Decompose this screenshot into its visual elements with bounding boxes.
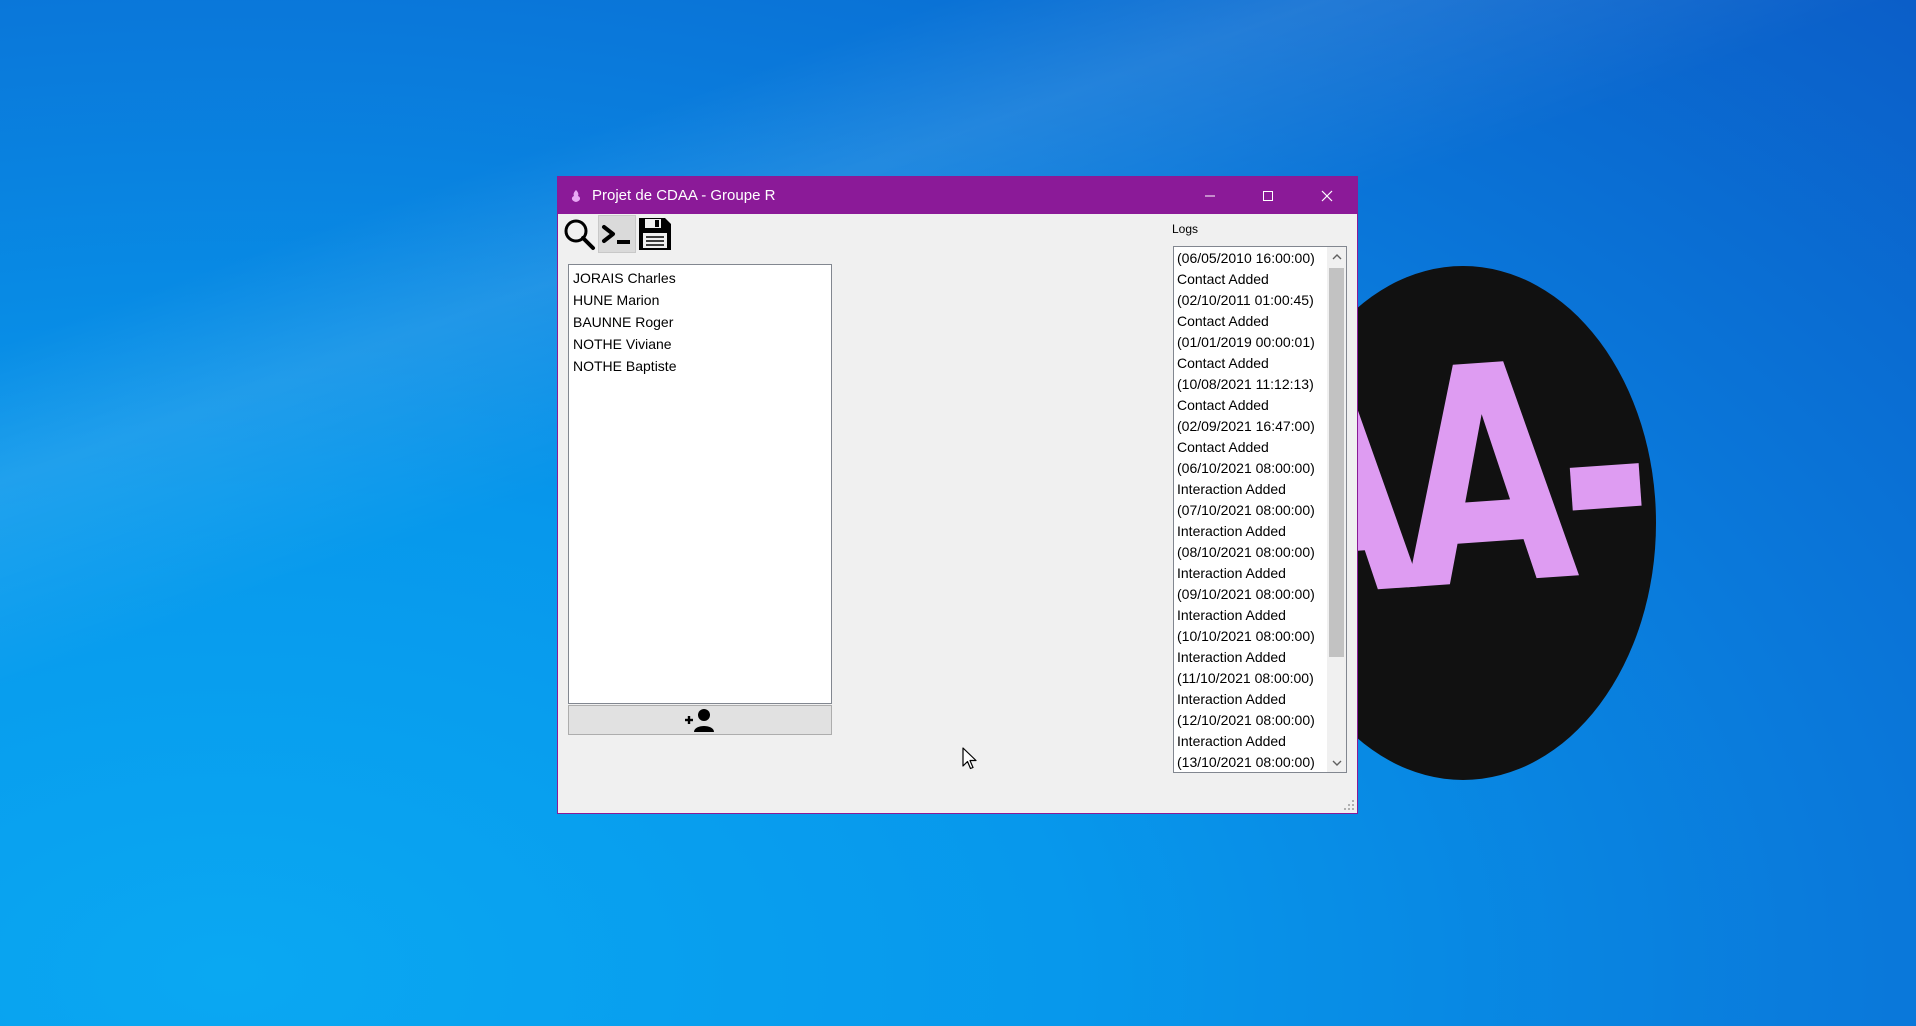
log-line[interactable]: (08/10/2021 08:00:00) bbox=[1177, 542, 1327, 563]
log-line[interactable]: Contact Added bbox=[1177, 437, 1327, 458]
scroll-down-button[interactable] bbox=[1327, 753, 1346, 772]
log-line[interactable]: Interaction Added bbox=[1177, 647, 1327, 668]
log-line[interactable]: Interaction Added bbox=[1177, 605, 1327, 626]
minimize-icon bbox=[1205, 195, 1215, 196]
log-line[interactable]: (07/10/2021 08:00:00) bbox=[1177, 500, 1327, 521]
logs-scrollbar[interactable] bbox=[1327, 247, 1346, 772]
log-line[interactable]: Interaction Added bbox=[1177, 689, 1327, 710]
app-icon bbox=[571, 190, 581, 202]
log-line[interactable]: (13/10/2021 08:00:00) bbox=[1177, 752, 1327, 772]
desktop: AA-R Projet de CDAA - Groupe R JORAIS Ch… bbox=[0, 0, 1916, 1026]
scroll-thumb[interactable] bbox=[1329, 268, 1344, 657]
contact-item[interactable]: BAUNNE Roger bbox=[573, 311, 827, 333]
mouse-cursor-icon bbox=[962, 747, 977, 770]
logs-list[interactable]: (06/05/2010 16:00:00) Contact Added (02/… bbox=[1173, 246, 1347, 773]
minimize-button[interactable] bbox=[1181, 177, 1239, 214]
log-line[interactable]: Contact Added bbox=[1177, 269, 1327, 290]
log-line[interactable]: (10/10/2021 08:00:00) bbox=[1177, 626, 1327, 647]
log-line[interactable]: Contact Added bbox=[1177, 353, 1327, 374]
close-icon bbox=[1321, 190, 1333, 201]
search-icon bbox=[564, 219, 595, 250]
log-line[interactable]: (11/10/2021 08:00:00) bbox=[1177, 668, 1327, 689]
save-button[interactable] bbox=[636, 215, 674, 253]
contact-item[interactable]: NOTHE Baptiste bbox=[573, 355, 827, 377]
contact-list[interactable]: JORAIS Charles HUNE Marion BAUNNE Roger … bbox=[568, 264, 832, 704]
log-line[interactable]: (12/10/2021 08:00:00) bbox=[1177, 710, 1327, 731]
contact-item[interactable]: NOTHE Viviane bbox=[573, 333, 827, 355]
log-line[interactable]: Contact Added bbox=[1177, 311, 1327, 332]
resize-grip-icon[interactable] bbox=[1343, 799, 1355, 811]
window-title: Projet de CDAA - Groupe R bbox=[592, 187, 776, 204]
close-button[interactable] bbox=[1298, 177, 1356, 214]
terminal-button[interactable] bbox=[598, 215, 636, 253]
logs-label: Logs bbox=[1172, 222, 1199, 236]
log-line[interactable]: Contact Added bbox=[1177, 395, 1327, 416]
log-line[interactable]: (09/10/2021 08:00:00) bbox=[1177, 584, 1327, 605]
log-line[interactable]: (06/10/2021 08:00:00) bbox=[1177, 458, 1327, 479]
app-window: Projet de CDAA - Groupe R JORAIS Charles… bbox=[557, 176, 1358, 814]
log-line[interactable]: Interaction Added bbox=[1177, 563, 1327, 584]
log-line[interactable]: Interaction Added bbox=[1177, 479, 1327, 500]
log-line[interactable]: (02/10/2011 01:00:45) bbox=[1177, 290, 1327, 311]
title-bar[interactable]: Projet de CDAA - Groupe R bbox=[558, 177, 1357, 214]
search-button[interactable] bbox=[560, 215, 598, 253]
save-icon bbox=[639, 218, 671, 250]
contact-item[interactable]: HUNE Marion bbox=[573, 289, 827, 311]
maximize-icon bbox=[1263, 190, 1273, 201]
log-line[interactable]: Interaction Added bbox=[1177, 521, 1327, 542]
scroll-up-button[interactable] bbox=[1327, 247, 1346, 266]
terminal-icon bbox=[602, 225, 630, 244]
maximize-button[interactable] bbox=[1239, 177, 1297, 214]
log-line[interactable]: (10/08/2021 11:12:13) bbox=[1177, 374, 1327, 395]
log-line[interactable]: (02/09/2021 16:47:00) bbox=[1177, 416, 1327, 437]
add-user-icon bbox=[685, 709, 714, 732]
log-line[interactable]: Interaction Added bbox=[1177, 731, 1327, 752]
logs-content: (06/05/2010 16:00:00) Contact Added (02/… bbox=[1177, 248, 1327, 772]
log-line[interactable]: (06/05/2010 16:00:00) bbox=[1177, 248, 1327, 269]
log-line[interactable]: (01/01/2019 00:00:01) bbox=[1177, 332, 1327, 353]
contact-item[interactable]: JORAIS Charles bbox=[573, 267, 827, 289]
add-contact-button[interactable] bbox=[568, 705, 832, 735]
chevron-up-icon bbox=[1332, 253, 1341, 259]
chevron-down-icon bbox=[1332, 760, 1341, 766]
